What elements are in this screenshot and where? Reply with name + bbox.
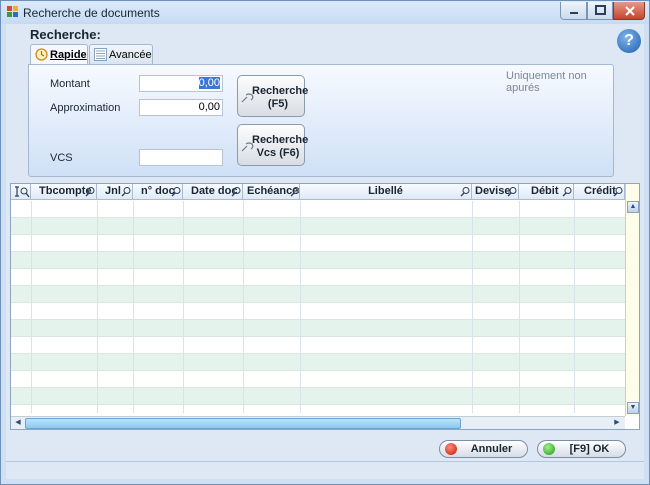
scroll-thumb[interactable]: [25, 418, 461, 429]
results-table: Tbcompte Jnl n° doc Date doc Echéance Li…: [10, 183, 640, 430]
annuler-label: Annuler: [470, 443, 513, 455]
column-label: Débit: [531, 185, 559, 197]
maximize-icon: [595, 5, 606, 15]
montant-value: 0,00: [198, 77, 220, 89]
column-header-jnl[interactable]: Jnl: [97, 184, 133, 200]
horizontal-scrollbar[interactable]: ◀ ▶: [11, 416, 625, 429]
question-icon[interactable]: ?: [617, 29, 641, 53]
scroll-left-button[interactable]: ◀: [12, 418, 24, 429]
search-icon: [460, 187, 470, 197]
column-header-date-doc[interactable]: Date doc: [183, 184, 243, 200]
column-header-libelle[interactable]: Libellé: [300, 184, 472, 200]
column-header-pin[interactable]: [11, 184, 31, 200]
column-divider: [133, 201, 134, 413]
column-header-tbcompte[interactable]: Tbcompte: [31, 184, 97, 200]
montant-input[interactable]: 0,00: [139, 75, 223, 92]
filter-note: Uniquement non apurés: [506, 70, 587, 94]
tab-label: Rapide: [50, 49, 87, 61]
column-label: Devise: [475, 185, 511, 197]
title-bar[interactable]: Recherche de documents: [1, 1, 649, 24]
column-header-echeance[interactable]: Echéance: [243, 184, 300, 200]
column-divider: [300, 201, 301, 413]
column-label: Jnl: [105, 185, 121, 197]
recherche-label: Recherche (F5): [252, 85, 309, 110]
clock-icon: [35, 48, 48, 61]
search-icon: [171, 187, 181, 197]
minimize-button[interactable]: [560, 2, 587, 20]
recherche-button[interactable]: Recherche (F5): [237, 75, 309, 117]
column-divider: [243, 201, 244, 413]
table-row[interactable]: [11, 337, 625, 354]
column-label: Libellé: [368, 185, 403, 197]
section-title: Recherche:: [30, 27, 101, 42]
minimize-icon: [570, 12, 578, 14]
ok-button[interactable]: [F9] OK: [537, 440, 626, 458]
column-label: Crédit: [584, 185, 616, 197]
table-row[interactable]: [11, 286, 625, 303]
search-icon: [121, 187, 131, 197]
green-circle-icon: [543, 443, 555, 455]
approximation-value: 0,00: [198, 101, 220, 113]
table-row[interactable]: [11, 371, 625, 388]
search-icon: [507, 187, 517, 197]
vcs-input[interactable]: [139, 149, 223, 166]
app-window: Recherche de documents Recherche: ? Rapi…: [0, 0, 650, 485]
recherche-vcs-button[interactable]: Recherche Vcs (F6): [237, 124, 309, 166]
annuler-button[interactable]: Annuler: [439, 440, 528, 458]
tab-avancee[interactable]: Avancée: [89, 44, 153, 64]
search-panel: Montant 0,00 Approximation 0,00 VCS Rech…: [28, 64, 614, 177]
column-header-ndoc[interactable]: n° doc: [133, 184, 183, 200]
close-icon: [625, 6, 635, 16]
scroll-up-button[interactable]: ▲: [627, 201, 639, 213]
table-header: Tbcompte Jnl n° doc Date doc Echéance Li…: [11, 184, 639, 200]
table-row[interactable]: [11, 218, 625, 235]
scroll-down-button[interactable]: ▼: [627, 402, 639, 414]
column-divider: [574, 201, 575, 413]
tab-rapide[interactable]: Rapide: [30, 44, 88, 65]
table-body[interactable]: [11, 201, 625, 413]
montant-label: Montant: [50, 78, 90, 90]
table-row[interactable]: [11, 235, 625, 252]
help-glyph: ?: [624, 32, 634, 49]
vertical-scrollbar[interactable]: ▲ ▼: [625, 184, 639, 416]
close-button[interactable]: [613, 2, 645, 20]
column-divider: [183, 201, 184, 413]
column-header-credit[interactable]: Crédit: [574, 184, 625, 200]
search-icon: [562, 187, 572, 197]
red-circle-icon: [445, 443, 457, 455]
column-divider: [519, 201, 520, 413]
search-icon: [85, 187, 95, 197]
list-icon: [94, 48, 107, 61]
approximation-label: Approximation: [50, 102, 121, 114]
vcs-label: VCS: [50, 152, 73, 164]
maximize-button[interactable]: [587, 2, 613, 20]
approximation-input[interactable]: 0,00: [139, 99, 223, 116]
table-row[interactable]: [11, 252, 625, 269]
client-area: Recherche: ? Rapide Avancée Montant 0,00…: [6, 24, 644, 479]
column-divider: [97, 201, 98, 413]
table-row[interactable]: [11, 201, 625, 218]
column-header-debit[interactable]: Débit: [519, 184, 574, 200]
table-row[interactable]: [11, 303, 625, 320]
window-title: Recherche de documents: [23, 6, 160, 20]
scroll-right-button[interactable]: ▶: [611, 418, 623, 429]
search-icon: [613, 187, 623, 197]
column-label: n° doc: [141, 185, 175, 197]
column-label: Tbcompte: [39, 185, 92, 197]
ok-label: [F9] OK: [569, 443, 610, 455]
table-row[interactable]: [11, 388, 625, 405]
pin-icon: [15, 186, 30, 198]
recherche-vcs-label: Recherche Vcs (F6): [252, 134, 309, 159]
column-divider: [472, 201, 473, 413]
column-divider: [31, 201, 32, 413]
table-row[interactable]: [11, 320, 625, 337]
column-header-devise[interactable]: Devise: [472, 184, 519, 200]
table-row[interactable]: [11, 269, 625, 286]
status-bar: [6, 461, 644, 479]
search-icon: [290, 187, 299, 197]
app-icon: [7, 6, 18, 17]
search-icon: [231, 187, 241, 197]
tab-label: Avancée: [109, 49, 152, 61]
table-row[interactable]: [11, 354, 625, 371]
